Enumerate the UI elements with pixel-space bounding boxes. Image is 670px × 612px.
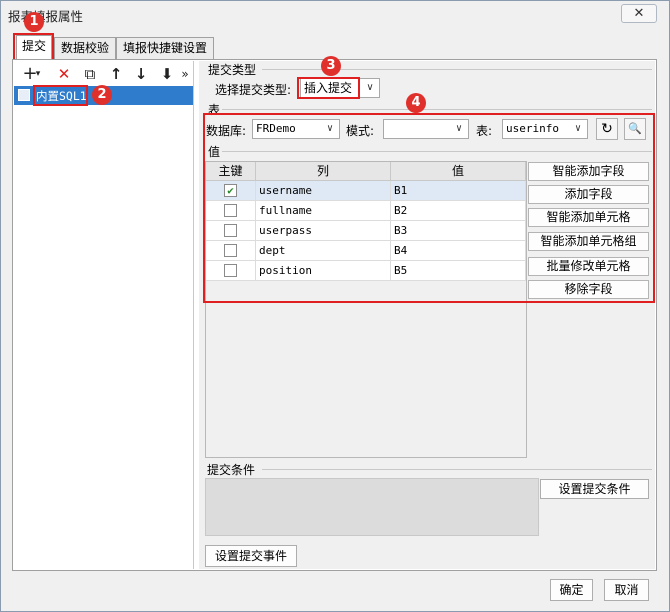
badge-4: 4 <box>406 93 426 113</box>
highlight-box-4 <box>203 113 655 303</box>
sql-table-icon <box>18 89 30 101</box>
badge-1: 1 <box>24 12 44 32</box>
submit-type-section-label: 提交类型 <box>208 63 257 77</box>
submit-type-label: 选择提交类型: <box>215 83 292 97</box>
tab-data-validation[interactable]: 数据校验 <box>54 37 116 59</box>
window-title: 报表填报属性 <box>8 9 84 24</box>
move-to-bottom-icon[interactable]: ⬇ <box>157 64 177 84</box>
section-divider <box>262 69 652 70</box>
highlight-box-2 <box>33 85 88 106</box>
title-bar <box>1 1 668 29</box>
tab-shortcut-settings[interactable]: 填报快捷键设置 <box>116 37 214 59</box>
set-condition-button[interactable]: 设置提交条件 <box>540 479 649 499</box>
copy-icon[interactable]: ⧉ <box>80 64 100 84</box>
section-divider <box>222 109 652 110</box>
close-button[interactable]: ✕ <box>621 4 657 23</box>
move-down-icon[interactable]: ↓ <box>131 64 151 84</box>
delete-icon[interactable]: ✕ <box>54 64 74 84</box>
highlight-box-1 <box>13 33 54 61</box>
section-divider <box>262 469 652 470</box>
condition-area[interactable] <box>205 478 539 536</box>
move-up-icon[interactable]: ↑ <box>106 64 126 84</box>
chevron-down-icon: ∨ <box>366 82 374 93</box>
cancel-button[interactable]: 取消 <box>604 579 649 601</box>
more-icon[interactable]: » <box>178 64 192 84</box>
sql-list-panel <box>14 61 194 569</box>
set-submit-event-button[interactable]: 设置提交事件 <box>205 545 297 567</box>
badge-2: 2 <box>92 85 112 105</box>
highlight-box-3 <box>297 77 360 99</box>
ok-button[interactable]: 确定 <box>550 579 593 601</box>
add-dropdown-icon[interactable]: ▾ <box>33 64 43 84</box>
badge-3: 3 <box>321 56 341 76</box>
condition-section-label: 提交条件 <box>207 463 256 477</box>
